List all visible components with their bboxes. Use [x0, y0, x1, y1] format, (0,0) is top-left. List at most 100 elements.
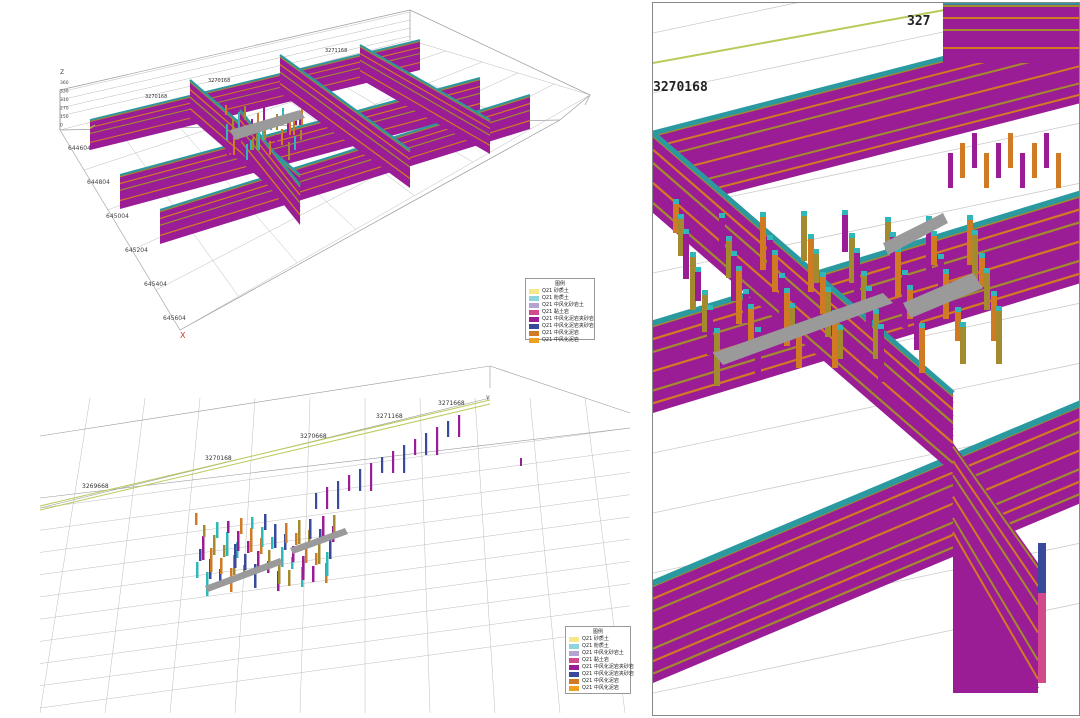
- borehole: [772, 254, 778, 292]
- borehole: [801, 215, 807, 261]
- borehole-cap: [779, 273, 785, 278]
- legend-label: Q21 中风化砂岩土: [582, 650, 624, 656]
- legend-label: Q21 粉质土: [582, 643, 609, 649]
- legend-label: Q21 中风化泥岩: [582, 678, 619, 684]
- borehole: [302, 556, 305, 580]
- legend-swatch: [529, 324, 539, 329]
- borehole-cap: [808, 234, 814, 239]
- stratum-fences: [89, 39, 531, 244]
- legend-label: Q21 中风化泥岩夹砂岩: [542, 323, 594, 329]
- legend-item: Q21 中风化泥岩: [569, 678, 627, 685]
- z-tick-label: 150: [60, 114, 69, 120]
- legend-item: Q21 粉质土: [529, 295, 591, 302]
- legend-label: Q21 中风化泥岩: [542, 337, 579, 343]
- borehole: [919, 327, 925, 373]
- borehole-cap: [748, 304, 754, 309]
- x-tick-label: 3271168: [376, 413, 403, 420]
- borehole-cap: [695, 267, 701, 272]
- borehole: [232, 118, 234, 130]
- legend-swatch: [529, 317, 539, 322]
- legend-label: Q21 中风化泥岩夹砂岩: [582, 671, 634, 677]
- borehole-cap: [789, 303, 795, 308]
- grid-line: [169, 397, 201, 714]
- borehole: [1044, 133, 1049, 168]
- borehole: [1008, 133, 1013, 168]
- z-tick-label: 360: [60, 80, 69, 86]
- borehole-cap: [943, 269, 949, 274]
- borehole: [359, 469, 362, 491]
- borehole: [295, 533, 298, 545]
- borehole-cap: [878, 324, 884, 329]
- z-tick-label: 310: [60, 97, 69, 103]
- borehole: [240, 518, 243, 534]
- borehole-cap: [938, 254, 944, 259]
- borehole: [250, 140, 252, 150]
- borehole-cap: [707, 305, 713, 310]
- borehole: [206, 572, 209, 596]
- borehole-cap: [683, 229, 689, 234]
- borehole: [227, 521, 230, 533]
- borehole-cap: [760, 212, 766, 217]
- legend-swatch: [569, 672, 579, 677]
- borehole-cap: [919, 323, 925, 328]
- borehole-cap: [890, 232, 896, 237]
- y-tick-label: 645004: [106, 213, 129, 220]
- borehole: [247, 541, 250, 553]
- borehole: [233, 137, 235, 155]
- borehole: [842, 214, 848, 252]
- legend-items: Q21 砂质土 Q21 粉质土 Q21 中风化砂岩土 Q21 黏土岩 Q21 中风化泥岩…: [569, 636, 634, 692]
- borehole-cap: [902, 270, 908, 275]
- borehole: [436, 427, 439, 455]
- borehole: [261, 527, 264, 547]
- borehole: [695, 271, 701, 301]
- legend-top: 图例 Q21 砂质土 Q21 粉质土 Q21 中风化砂岩土 Q21 黏土岩 Q21 中风…: [525, 278, 595, 343]
- zoomed-fence-canvas: 3270168 327: [653, 3, 1079, 694]
- grid-line: [39, 538, 631, 620]
- borehole-cap: [825, 287, 831, 292]
- borehole-cap: [755, 327, 761, 332]
- borehole: [195, 513, 198, 525]
- legend-item: Q21 粉质土: [569, 643, 627, 650]
- borehole: [895, 251, 901, 297]
- legend-swatch: [569, 686, 579, 691]
- borehole: [244, 106, 246, 120]
- grid-line: [39, 605, 631, 687]
- borehole: [326, 487, 329, 509]
- borehole-cap: [767, 235, 773, 240]
- top-x-label-right: 3271168: [325, 48, 347, 54]
- borehole-cap: [726, 236, 732, 241]
- reference-line: [653, 3, 984, 64]
- legend-item: Q21 中风化砂岩土: [529, 302, 591, 309]
- legend-swatch: [529, 296, 539, 301]
- borehole: [250, 528, 253, 552]
- legend-item: Q21 砂质土: [569, 636, 627, 643]
- borehole: [220, 558, 223, 574]
- legend-item: Q21 中风化泥岩夹砂岩: [569, 664, 634, 671]
- x-tick-label: 3270668: [300, 433, 327, 440]
- borehole-cap: [731, 251, 737, 256]
- borehole: [202, 536, 205, 560]
- borehole: [264, 514, 267, 530]
- borehole-cap: [673, 199, 679, 204]
- legend-label: Q21 黏土岩: [542, 309, 569, 315]
- legend-bottom: 图例 Q21 砂质土 Q21 粉质土 Q21 中风化砂岩土 Q21 黏土岩 Q21 中风…: [565, 626, 634, 694]
- borehole-cap: [784, 288, 790, 293]
- borehole: [960, 326, 966, 364]
- borehole: [234, 544, 237, 568]
- figure-stage: Z 360 330 310 270 150 0 644604 644804 645004 645…: [0, 0, 1080, 718]
- borehole: [381, 457, 384, 473]
- top-x-label-mid: 3270168: [208, 78, 230, 84]
- borehole: [271, 537, 274, 549]
- borehole-cap: [772, 250, 778, 255]
- legend-swatch: [569, 644, 579, 649]
- borehole: [948, 153, 953, 188]
- borehole-cap: [861, 271, 867, 276]
- x-tick-label: 3269668: [82, 483, 109, 490]
- legend-swatch: [529, 303, 539, 308]
- borehole: [337, 481, 340, 509]
- grid-line: [104, 397, 146, 714]
- legend-label: Q21 中风化泥岩: [582, 685, 619, 691]
- legend-item: Q21 中风化泥岩夹砂岩: [529, 323, 594, 330]
- borehole-cap: [960, 322, 966, 327]
- borehole: [392, 451, 395, 473]
